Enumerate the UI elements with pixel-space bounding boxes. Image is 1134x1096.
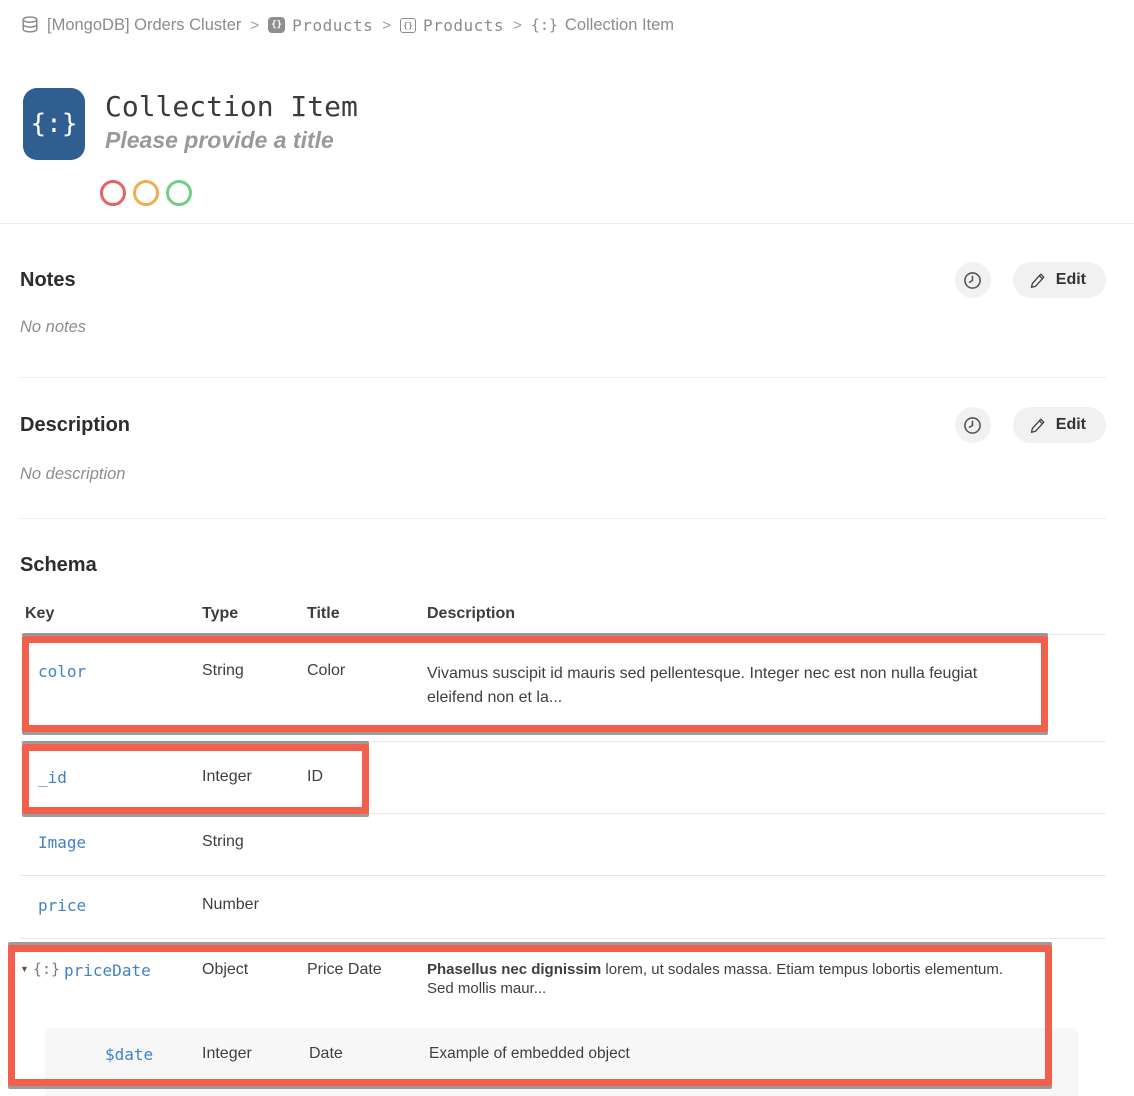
cell-description (427, 833, 1007, 875)
object-icon: {:} (530, 16, 558, 34)
key-link[interactable]: _id (38, 768, 67, 787)
key-link[interactable]: $date (105, 1045, 153, 1064)
cell-title: Date (309, 1045, 343, 1062)
nested-object-panel: $date Integer Date Example of embedded o… (45, 1028, 1078, 1096)
pencil-icon (1029, 271, 1047, 289)
breadcrumb-item-cluster[interactable]: [MongoDB] Orders Cluster (20, 15, 241, 35)
table-row-date[interactable]: $date Integer Date Example of embedded o… (45, 1028, 1078, 1065)
cell-type: String (202, 662, 244, 679)
cell-type: Number (202, 896, 259, 913)
table-row-id[interactable]: _id Integer ID (20, 742, 1106, 814)
cell-title: Color (307, 662, 346, 679)
edit-label: Edit (1055, 271, 1086, 288)
breadcrumb-separator: > (382, 16, 391, 34)
page-subtitle: Please provide a title (105, 127, 334, 153)
status-dot-orange[interactable] (133, 180, 159, 206)
key-link[interactable]: price (38, 896, 86, 915)
cell-type: Integer (202, 768, 252, 785)
breadcrumb-item-current[interactable]: {:} Collection Item (531, 16, 674, 35)
cell-title: ID (307, 768, 323, 785)
notes-edit-button[interactable]: Edit (1012, 262, 1106, 298)
breadcrumb-separator: > (513, 16, 522, 34)
notes-heading: Notes (20, 268, 76, 291)
key-link[interactable]: priceDate (64, 961, 151, 980)
description-empty-text: No description (20, 465, 126, 483)
schema-table-header: Key Type Title Description (20, 605, 1106, 635)
breadcrumb-item-collection[interactable]: {} Products (400, 16, 504, 35)
table-row-pricedate[interactable]: ▼ {:} priceDate Object Price Date Phasel… (20, 939, 1106, 1028)
column-header-description: Description (427, 605, 516, 622)
cell-title (307, 896, 427, 938)
notes-empty-text: No notes (20, 318, 87, 336)
breadcrumb-item-database[interactable]: {} Products (268, 16, 373, 35)
column-header-key: Key (25, 605, 55, 622)
object-icon: {:} (32, 960, 61, 978)
divider (20, 377, 1106, 378)
collection-icon: {} (400, 17, 416, 33)
page-header: {:} Collection Item Please provide a tit… (23, 88, 1134, 160)
cell-title (307, 833, 427, 875)
breadcrumb-label: Products (423, 15, 505, 35)
breadcrumb-separator: > (250, 16, 260, 34)
clock-icon (963, 416, 982, 435)
table-row-price[interactable]: price Number (20, 876, 1106, 939)
description-bold: Phasellus nec dignissim (427, 961, 602, 978)
status-dot-green[interactable] (166, 180, 192, 206)
notes-section: Notes Edit No notes (0, 262, 1134, 337)
cell-title: Price Date (307, 961, 382, 978)
description-section: Description Edit No description (0, 407, 1134, 484)
cell-type: Object (202, 961, 249, 978)
description-edit-button[interactable]: Edit (1012, 407, 1106, 443)
table-row-image[interactable]: Image String (20, 814, 1106, 876)
database-icon (20, 15, 40, 35)
cell-type: Integer (202, 1045, 252, 1062)
description-heading: Description (20, 413, 131, 436)
key-link[interactable]: color (38, 662, 86, 681)
cell-description (427, 896, 1007, 938)
collections-icon: {} (268, 17, 286, 33)
status-dot-red[interactable] (100, 180, 126, 206)
collapse-arrow-icon[interactable]: ▼ (20, 961, 29, 977)
cell-type: String (202, 833, 244, 850)
table-row-color[interactable]: color String Color Vivamus suscipit id m… (20, 635, 1106, 742)
key-link[interactable]: Image (38, 833, 86, 852)
cell-description: Vivamus suscipit id mauris sed pellentes… (427, 665, 978, 706)
description-history-button[interactable] (954, 407, 991, 443)
page: [MongoDB] Orders Cluster > {} Products >… (0, 0, 1134, 1096)
divider (20, 518, 1106, 519)
schema-heading: Schema (20, 554, 97, 576)
breadcrumb-label: Products (292, 15, 374, 35)
breadcrumb: [MongoDB] Orders Cluster > {} Products >… (0, 0, 1134, 35)
clock-icon (963, 271, 982, 290)
edit-label: Edit (1055, 416, 1086, 433)
title-block: Collection Item Please provide a title (105, 88, 358, 160)
collection-item-icon: {:} (23, 88, 85, 160)
pencil-icon (1029, 416, 1047, 434)
column-header-title: Title (307, 605, 340, 622)
status-dots (100, 180, 1134, 206)
cell-description (427, 768, 1007, 813)
cell-description: Example of embedded object (429, 1045, 630, 1062)
cell-description: Phasellus nec dignissim lorem, ut sodale… (427, 961, 1017, 1028)
notes-history-button[interactable] (954, 262, 991, 298)
divider (0, 223, 1134, 224)
column-header-type: Type (202, 605, 239, 622)
breadcrumb-label: [MongoDB] Orders Cluster (47, 15, 242, 34)
schema-section: Schema Key Type Title Description color … (20, 552, 1106, 1096)
breadcrumb-label: Collection Item (564, 15, 675, 34)
page-title: Collection Item (105, 90, 358, 123)
